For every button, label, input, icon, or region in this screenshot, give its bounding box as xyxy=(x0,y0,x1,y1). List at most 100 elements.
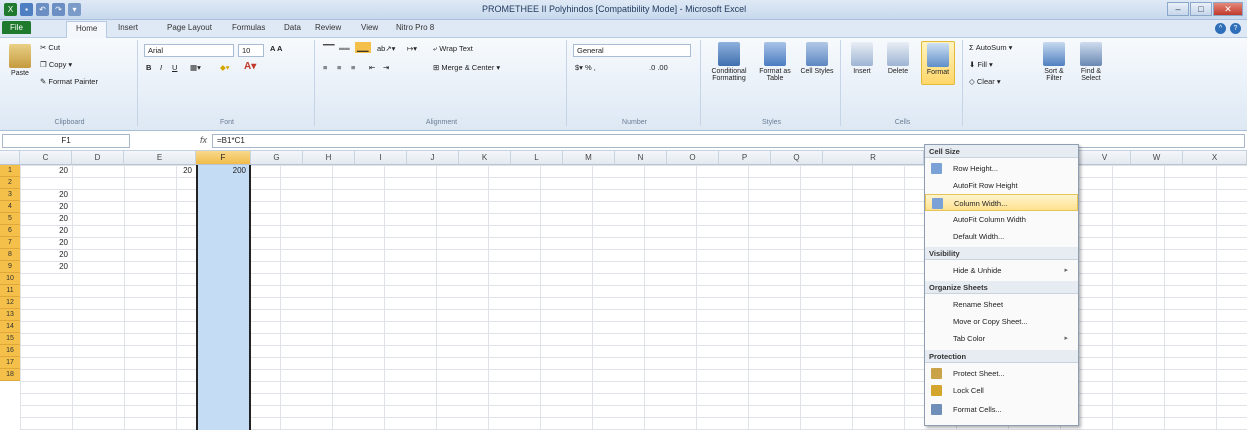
maximize-button[interactable]: □ xyxy=(1190,2,1212,16)
wrap-text-button[interactable]: ⤶ Wrap Text xyxy=(433,44,473,54)
col-header-r[interactable]: R xyxy=(823,151,924,165)
menu-item-format-cells[interactable]: Format Cells... xyxy=(925,401,1078,418)
select-all-corner[interactable] xyxy=(0,151,20,165)
save-icon[interactable]: ▪ xyxy=(20,3,33,16)
menu-item-protect-sheet[interactable]: Protect Sheet... xyxy=(925,365,1078,382)
paste-button[interactable]: Paste xyxy=(6,44,34,77)
row-header[interactable]: 3 xyxy=(0,189,20,201)
font-color-icon[interactable]: A▾ xyxy=(244,61,256,72)
close-button[interactable]: ✕ xyxy=(1213,2,1243,16)
indent-icon[interactable]: ↦▾ xyxy=(407,44,417,53)
menu-item-column-width[interactable]: Column Width... xyxy=(925,194,1078,211)
delete-button[interactable]: Delete xyxy=(881,42,915,75)
excel-app-icon[interactable]: X xyxy=(4,3,17,16)
borders-icon[interactable]: ▦▾ xyxy=(190,63,201,72)
row-header[interactable]: 2 xyxy=(0,177,20,189)
col-header-p[interactable]: P xyxy=(719,151,771,165)
col-header-q[interactable]: Q xyxy=(771,151,823,165)
row-header[interactable]: 7 xyxy=(0,237,20,249)
col-header-n[interactable]: N xyxy=(615,151,667,165)
cell-c4[interactable]: 20 xyxy=(24,201,68,213)
col-header-m[interactable]: M xyxy=(563,151,615,165)
col-header-d[interactable]: D xyxy=(72,151,124,165)
cell-styles-button[interactable]: Cell Styles xyxy=(799,42,835,75)
cell-c1[interactable]: 20 xyxy=(24,165,68,177)
cell-c3[interactable]: 20 xyxy=(24,189,68,201)
row-header[interactable]: 9 xyxy=(0,261,20,273)
tab-formulas[interactable]: Formulas xyxy=(232,23,265,32)
col-header-x[interactable]: X xyxy=(1183,151,1247,165)
tab-page-layout[interactable]: Page Layout xyxy=(167,23,212,32)
increase-indent-icon[interactable]: ⇥ xyxy=(383,63,389,72)
menu-item-tab-color[interactable]: Tab Color ▸ xyxy=(925,330,1078,347)
align-top-icon[interactable]: ▔▔ xyxy=(323,44,335,53)
col-header-k[interactable]: K xyxy=(459,151,511,165)
col-header-e[interactable]: E xyxy=(124,151,196,165)
row-header[interactable]: 4 xyxy=(0,201,20,213)
tab-data[interactable]: Data xyxy=(284,23,301,32)
decrease-indent-icon[interactable]: ⇤ xyxy=(369,63,375,72)
menu-item-move-copy-sheet[interactable]: Move or Copy Sheet... xyxy=(925,313,1078,330)
formula-input[interactable]: =B1*C1 xyxy=(212,134,1245,148)
align-middle-icon[interactable]: ══ xyxy=(339,44,350,53)
help-icon[interactable]: ? xyxy=(1230,23,1241,34)
row-header[interactable]: 13 xyxy=(0,309,20,321)
align-left-icon[interactable]: ≡ xyxy=(323,63,327,72)
qat-customize-icon[interactable]: ▾ xyxy=(68,3,81,16)
row-header[interactable]: 10 xyxy=(0,273,20,285)
clear-button[interactable]: ◇ Clear ▾ xyxy=(969,77,1001,86)
font-name-combo[interactable]: Arial xyxy=(144,44,234,57)
tab-insert[interactable]: Insert xyxy=(118,23,138,32)
row-header[interactable]: 12 xyxy=(0,297,20,309)
row-header[interactable]: 18 xyxy=(0,369,20,381)
minimize-button[interactable]: – xyxy=(1167,2,1189,16)
col-header-v[interactable]: V xyxy=(1079,151,1131,165)
col-header-g[interactable]: G xyxy=(251,151,303,165)
insert-button[interactable]: Insert xyxy=(847,42,877,75)
cell-f1[interactable]: 200 xyxy=(200,165,246,177)
merge-center-button[interactable]: ⊞ Merge & Center ▾ xyxy=(433,63,500,72)
bold-button[interactable]: B xyxy=(146,63,151,72)
menu-item-autofit-row-height[interactable]: AutoFit Row Height xyxy=(925,177,1078,194)
menu-item-autofit-column-width[interactable]: AutoFit Column Width xyxy=(925,211,1078,228)
orientation-icon[interactable]: ab↗▾ xyxy=(377,44,395,53)
number-format-combo[interactable]: General xyxy=(573,44,691,57)
align-center-icon[interactable]: ≡ xyxy=(337,63,341,72)
col-header-f[interactable]: F xyxy=(196,151,251,165)
row-header[interactable]: 16 xyxy=(0,345,20,357)
col-header-c[interactable]: C xyxy=(20,151,72,165)
row-header[interactable]: 15 xyxy=(0,333,20,345)
cell-c6[interactable]: 20 xyxy=(24,225,68,237)
format-painter-button[interactable]: ✎ Format Painter xyxy=(40,77,98,86)
format-button[interactable]: Format xyxy=(921,41,955,85)
cell-e1[interactable]: 20 xyxy=(130,165,192,177)
tab-home[interactable]: Home xyxy=(66,21,108,38)
menu-item-row-height[interactable]: Row Height... xyxy=(925,160,1078,177)
row-header[interactable]: 17 xyxy=(0,357,20,369)
grow-shrink-font-icon[interactable]: A A xyxy=(270,44,282,53)
col-header-l[interactable]: L xyxy=(511,151,563,165)
autosum-button[interactable]: Σ AutoSum ▾ xyxy=(969,43,1012,52)
row-header[interactable]: 6 xyxy=(0,225,20,237)
col-header-j[interactable]: J xyxy=(407,151,459,165)
name-box[interactable]: F1 xyxy=(2,134,130,148)
currency-icon[interactable]: $▾ % , xyxy=(575,63,596,72)
cell-c7[interactable]: 20 xyxy=(24,237,68,249)
font-size-combo[interactable]: 10 xyxy=(238,44,264,57)
row-header[interactable]: 11 xyxy=(0,285,20,297)
tab-file[interactable]: File xyxy=(2,21,31,34)
menu-item-default-width[interactable]: Default Width... xyxy=(925,228,1078,245)
tab-nitro[interactable]: Nitro Pro 8 xyxy=(396,23,434,32)
row-header[interactable]: 8 xyxy=(0,249,20,261)
decimal-icons[interactable]: .0 .00 xyxy=(649,63,668,72)
menu-item-lock-cell[interactable]: Lock Cell xyxy=(925,382,1078,399)
format-as-table-button[interactable]: Format as Table xyxy=(755,42,795,82)
tab-view[interactable]: View xyxy=(361,23,378,32)
italic-button[interactable]: I xyxy=(160,63,162,72)
align-bottom-icon[interactable]: ▁▁ xyxy=(355,42,371,53)
fill-button[interactable]: ⬇ Fill ▾ xyxy=(969,60,993,69)
sort-filter-button[interactable]: Sort & Filter xyxy=(1037,42,1071,82)
row-header[interactable]: 14 xyxy=(0,321,20,333)
col-header-o[interactable]: O xyxy=(667,151,719,165)
col-header-w[interactable]: W xyxy=(1131,151,1183,165)
